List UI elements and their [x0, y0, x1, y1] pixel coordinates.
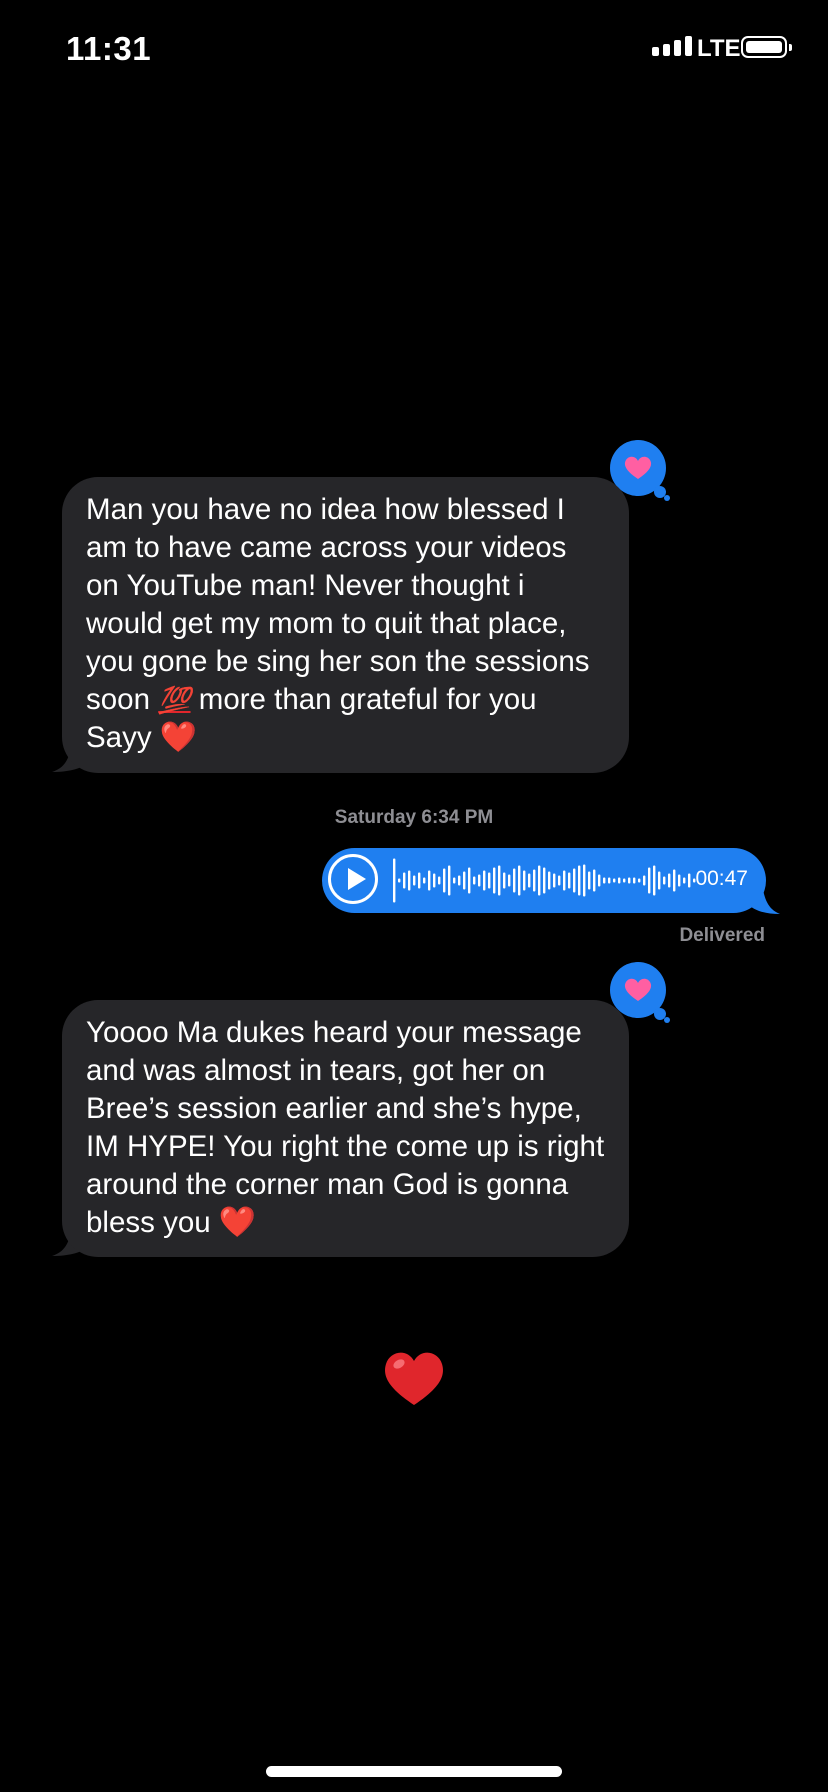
battery-icon — [741, 36, 792, 58]
audio-duration: 00:47 — [695, 867, 748, 890]
play-icon[interactable] — [328, 854, 378, 904]
red-heart-emoji: ❤️ — [218, 1206, 257, 1239]
red-heart-icon[interactable] — [382, 1347, 446, 1407]
message-text: Yoooo Ma dukes heard your message and wa… — [86, 1016, 605, 1239]
bubble-tail — [750, 882, 780, 914]
incoming-message-bubble[interactable]: Yoooo Ma dukes heard your message and wa… — [62, 1000, 629, 1257]
incoming-message-bubble[interactable]: Man you have no idea how blessed I am to… — [62, 477, 629, 773]
network-label: LTE — [697, 35, 741, 62]
delivery-status: Delivered — [679, 925, 765, 946]
home-indicator[interactable] — [266, 1766, 562, 1777]
status-bar: 11:31 LTE — [0, 0, 828, 100]
red-heart-emoji: ❤️ — [159, 721, 198, 754]
signal-icon — [652, 36, 692, 56]
audio-message-bubble[interactable]: 00:47 — [322, 848, 766, 913]
status-time: 11:31 — [66, 30, 152, 67]
message-timestamp: Saturday 6:34 PM — [334, 807, 494, 828]
audio-waveform[interactable] — [393, 853, 703, 908]
hundred-points-emoji: 💯 — [158, 685, 191, 715]
